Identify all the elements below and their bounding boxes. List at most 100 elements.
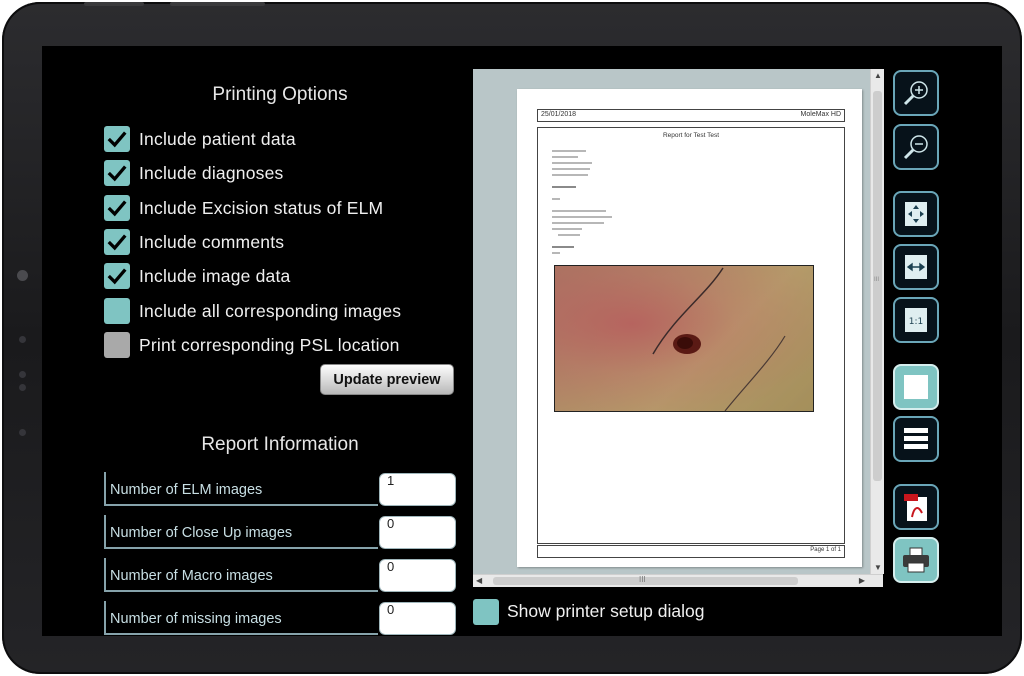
text-line	[552, 186, 576, 188]
app-name: MoleMax HD	[800, 111, 841, 118]
text-line	[552, 168, 590, 170]
scroll-right-arrow-icon[interactable]: ▶	[859, 576, 865, 585]
report-row-closeup: Number of Close Up images	[104, 515, 378, 549]
report-row-label: Number of Macro images	[110, 568, 273, 584]
checkbox[interactable]	[104, 332, 130, 358]
text-line	[552, 150, 586, 152]
text-line	[552, 216, 612, 218]
option-label: Include diagnoses	[139, 162, 284, 183]
missing-count-field[interactable]: 0	[379, 602, 456, 635]
field-value: 1	[387, 473, 395, 488]
closeup-count-field[interactable]: 0	[379, 516, 456, 549]
power-button	[170, 2, 265, 6]
option-label: Include image data	[139, 265, 291, 286]
svg-text:1:1: 1:1	[909, 317, 923, 327]
tablet-frame: Printing Options Include patient data In…	[2, 2, 1022, 674]
sensor-dot	[19, 429, 26, 436]
report-row-macro: Number of Macro images	[104, 558, 378, 592]
print-button[interactable]	[893, 537, 939, 583]
option-corresponding-images[interactable]: Include all corresponding images	[104, 298, 401, 324]
update-preview-button[interactable]: Update preview	[320, 364, 454, 395]
zoom-in-button[interactable]	[893, 70, 939, 116]
text-line	[552, 162, 592, 164]
actual-size-icon: 1:1	[905, 308, 927, 332]
option-label: Include comments	[139, 231, 285, 252]
fit-width-button[interactable]	[893, 244, 939, 290]
vertical-scroll-thumb[interactable]: III	[873, 91, 882, 481]
volume-button	[84, 2, 144, 6]
preview-page: 25/01/2018 MoleMax HD Report for Test Te…	[517, 89, 862, 567]
fit-page-button[interactable]	[893, 191, 939, 237]
scroll-down-arrow-icon[interactable]: ▼	[874, 563, 882, 572]
text-line	[558, 234, 580, 236]
report-row-label: Number of missing images	[110, 611, 282, 627]
scroll-grip-icon: III	[639, 575, 646, 584]
page-header: 25/01/2018 MoleMax HD	[537, 109, 845, 122]
checkmark-icon	[107, 200, 127, 217]
option-patient-data[interactable]: Include patient data	[104, 126, 296, 152]
page-body: Report for Test Test	[537, 127, 845, 544]
sensor-dot	[19, 336, 26, 343]
checkbox[interactable]	[104, 263, 130, 289]
printer-setup-checkbox[interactable]	[473, 599, 499, 625]
text-line	[552, 156, 578, 158]
dermoscopy-image	[554, 265, 814, 412]
skin-lesion-image	[652, 267, 786, 411]
scroll-up-arrow-icon[interactable]: ▲	[874, 71, 882, 80]
vertical-scrollbar[interactable]: ▲ III ▼	[870, 69, 884, 574]
text-line	[552, 222, 604, 224]
printer-icon	[903, 547, 929, 573]
printer-setup-label: Show printer setup dialog	[507, 601, 705, 621]
report-row-label: Number of Close Up images	[110, 525, 293, 541]
zoom-in-icon	[903, 81, 928, 106]
scroll-left-arrow-icon[interactable]: ◀	[476, 576, 482, 585]
pdf-icon	[904, 494, 927, 521]
checkbox[interactable]	[104, 298, 130, 324]
report-row-label: Number of ELM images	[110, 482, 263, 498]
option-label: Include Excision status of ELM	[139, 197, 384, 218]
field-value: 0	[387, 516, 395, 531]
sensor-dot	[19, 371, 26, 378]
option-label: Include patient data	[139, 128, 296, 149]
horizontal-scrollbar[interactable]: ◀ III ▶	[473, 574, 883, 587]
zoom-out-button[interactable]	[893, 124, 939, 170]
export-pdf-button[interactable]	[893, 484, 939, 530]
text-line	[552, 246, 574, 248]
horizontal-scroll-thumb[interactable]: III	[493, 575, 798, 585]
report-row-elm: Number of ELM images	[104, 472, 378, 506]
option-psl-location[interactable]: Print corresponding PSL location	[104, 332, 400, 358]
page-number: Page 1 of 1	[810, 547, 841, 553]
actual-size-button[interactable]: 1:1	[893, 297, 939, 343]
checkbox[interactable]	[104, 229, 130, 255]
page-footer: Page 1 of 1	[537, 545, 845, 558]
option-label: Print corresponding PSL location	[139, 334, 400, 355]
camera-icon	[17, 270, 28, 281]
single-page-view-button[interactable]	[893, 364, 939, 410]
checkbox[interactable]	[104, 195, 130, 221]
macro-count-field[interactable]: 0	[379, 559, 456, 592]
report-row-missing: Number of missing images	[104, 601, 378, 635]
option-comments[interactable]: Include comments	[104, 229, 284, 255]
option-diagnoses[interactable]: Include diagnoses	[104, 160, 283, 186]
checkbox[interactable]	[104, 160, 130, 186]
zoom-out-icon	[903, 135, 928, 160]
sensor-dot	[19, 384, 26, 391]
checkmark-icon	[107, 234, 127, 251]
option-excision-status[interactable]: Include Excision status of ELM	[104, 195, 383, 221]
text-line	[552, 198, 560, 200]
checkmark-icon	[107, 165, 127, 182]
option-image-data[interactable]: Include image data	[104, 263, 290, 289]
checkmark-icon	[107, 268, 127, 285]
checkbox[interactable]	[104, 126, 130, 152]
single-page-icon	[904, 375, 928, 399]
text-line	[552, 174, 588, 176]
report-information-title: Report Information	[201, 434, 359, 455]
report-date: 25/01/2018	[541, 111, 577, 118]
elm-count-field[interactable]: 1	[379, 473, 456, 506]
fit-page-icon	[905, 202, 927, 226]
text-line	[552, 210, 606, 212]
app-screen: Printing Options Include patient data In…	[42, 46, 1002, 636]
scroll-grip-icon: III	[874, 277, 880, 283]
multi-page-view-button[interactable]	[893, 416, 939, 462]
field-value: 0	[387, 559, 395, 574]
